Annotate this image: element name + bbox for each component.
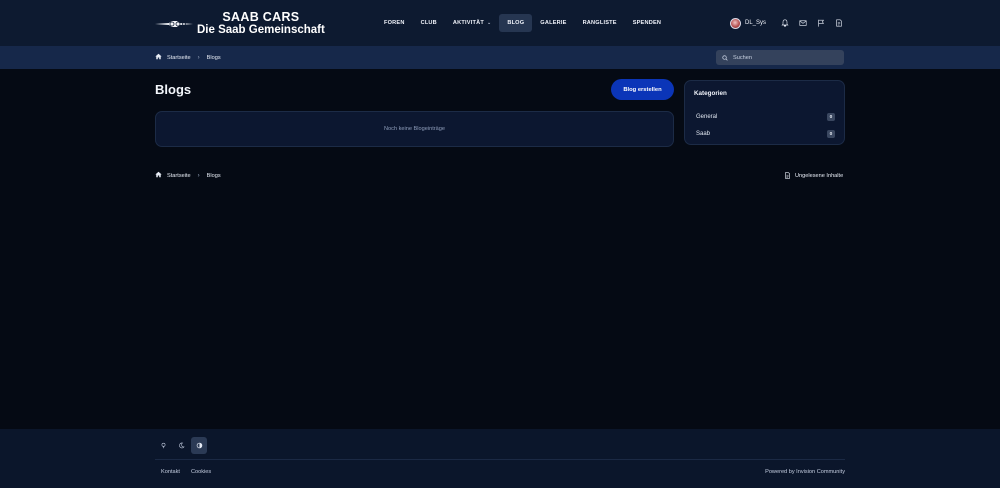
notifications-button[interactable] xyxy=(776,15,794,31)
unread-content-link[interactable]: Ungelesene Inhalte xyxy=(784,170,843,181)
search-placeholder: Suchen xyxy=(733,54,752,61)
search-input[interactable]: Suchen xyxy=(716,50,844,65)
nav-label: AKTIVITÄT xyxy=(452,20,484,26)
nav-galerie[interactable]: GALERIE xyxy=(532,14,574,32)
reports-button[interactable] xyxy=(812,15,830,31)
theme-switcher xyxy=(155,437,207,454)
saab-plane-logo-icon xyxy=(155,21,193,27)
envelope-icon xyxy=(799,20,807,26)
light-mode-button[interactable] xyxy=(155,437,171,454)
nav-foren[interactable]: FOREN xyxy=(376,14,413,32)
home-icon[interactable] xyxy=(155,53,162,62)
activity-button[interactable] xyxy=(830,15,848,31)
chevron-down-icon: ⌄ xyxy=(486,20,492,26)
category-label: Saab xyxy=(696,131,711,137)
nav-label: BLOG xyxy=(507,20,525,26)
nav-spenden[interactable]: SPENDEN xyxy=(625,14,669,32)
site-header: SAAB CARS Die Saab Gemeinschaft FOREN CL… xyxy=(0,0,1000,46)
username[interactable]: DL_Sys xyxy=(745,20,766,26)
home-icon[interactable] xyxy=(155,171,162,180)
breadcrumb-home[interactable]: Startseite xyxy=(167,55,191,61)
logo-line2: Die Saab Gemeinschaft xyxy=(197,24,325,36)
chevron-right-icon: › xyxy=(197,54,200,61)
chevron-right-icon: › xyxy=(197,172,200,179)
page-title: Blogs xyxy=(155,82,192,97)
category-item-saab[interactable]: Saab 0 xyxy=(696,129,835,139)
category-label: General xyxy=(696,114,718,120)
nav-label: SPENDEN xyxy=(632,20,662,26)
flag-icon xyxy=(818,19,824,27)
breadcrumb-current[interactable]: Blogs xyxy=(207,173,221,179)
empty-message: Noch keine Blogeinträge xyxy=(384,126,445,132)
breadcrumb-current[interactable]: Blogs xyxy=(207,55,221,61)
messages-button[interactable] xyxy=(794,15,812,31)
categories-widget: Kategorien General 0 Saab 0 xyxy=(684,80,845,145)
nav-label: CLUB xyxy=(420,20,437,26)
footer-link-kontakt[interactable]: Kontakt xyxy=(161,469,180,475)
breadcrumb: Startseite › Blogs xyxy=(155,46,221,69)
category-count-badge: 0 xyxy=(827,113,835,121)
document-icon xyxy=(836,19,842,27)
nav-rangliste[interactable]: RANGLISTE xyxy=(575,14,625,32)
categories-title: Kategorien xyxy=(694,90,727,97)
logo-text: SAAB CARS Die Saab Gemeinschaft xyxy=(197,11,325,37)
footer-links: Kontakt Cookies xyxy=(161,467,211,477)
light-mode-icon xyxy=(161,442,165,449)
powered-by-link[interactable]: Powered by Invision Community xyxy=(765,467,845,477)
main-nav: FOREN CLUB AKTIVITÄT ⌄ BLOG GALERIE RANGL… xyxy=(376,14,669,32)
footer-divider xyxy=(155,459,845,460)
dark-mode-button[interactable] xyxy=(173,437,189,454)
logo-line1: SAAB CARS xyxy=(222,10,300,24)
auto-theme-button[interactable] xyxy=(191,437,207,454)
create-blog-button[interactable]: Blog erstellen xyxy=(611,79,674,100)
category-count-badge: 0 xyxy=(827,130,835,138)
search-icon xyxy=(722,54,728,61)
category-item-general[interactable]: General 0 xyxy=(696,112,835,122)
user-area: DL_Sys xyxy=(730,15,848,31)
auto-theme-icon xyxy=(196,442,202,449)
dark-mode-icon xyxy=(178,442,185,449)
nav-label: RANGLISTE xyxy=(582,20,617,26)
bell-icon xyxy=(781,19,789,27)
nav-blog[interactable]: BLOG xyxy=(499,14,533,32)
unread-label: Ungelesene Inhalte xyxy=(795,172,844,179)
breadcrumb-bar: Startseite › Blogs xyxy=(0,46,1000,69)
footer-link-cookies[interactable]: Cookies xyxy=(191,469,211,475)
nav-aktivitaet[interactable]: AKTIVITÄT ⌄ xyxy=(445,14,499,32)
nav-club[interactable]: CLUB xyxy=(413,14,445,32)
document-icon xyxy=(785,172,790,179)
nav-label: GALERIE xyxy=(540,20,567,26)
site-logo[interactable]: SAAB CARS Die Saab Gemeinschaft xyxy=(155,9,325,39)
empty-blog-list: Noch keine Blogeinträge xyxy=(155,111,674,147)
breadcrumb-home[interactable]: Startseite xyxy=(167,173,191,179)
avatar[interactable] xyxy=(730,17,741,29)
breadcrumb-bottom: Startseite › Blogs xyxy=(155,170,221,181)
nav-label: FOREN xyxy=(384,20,405,26)
